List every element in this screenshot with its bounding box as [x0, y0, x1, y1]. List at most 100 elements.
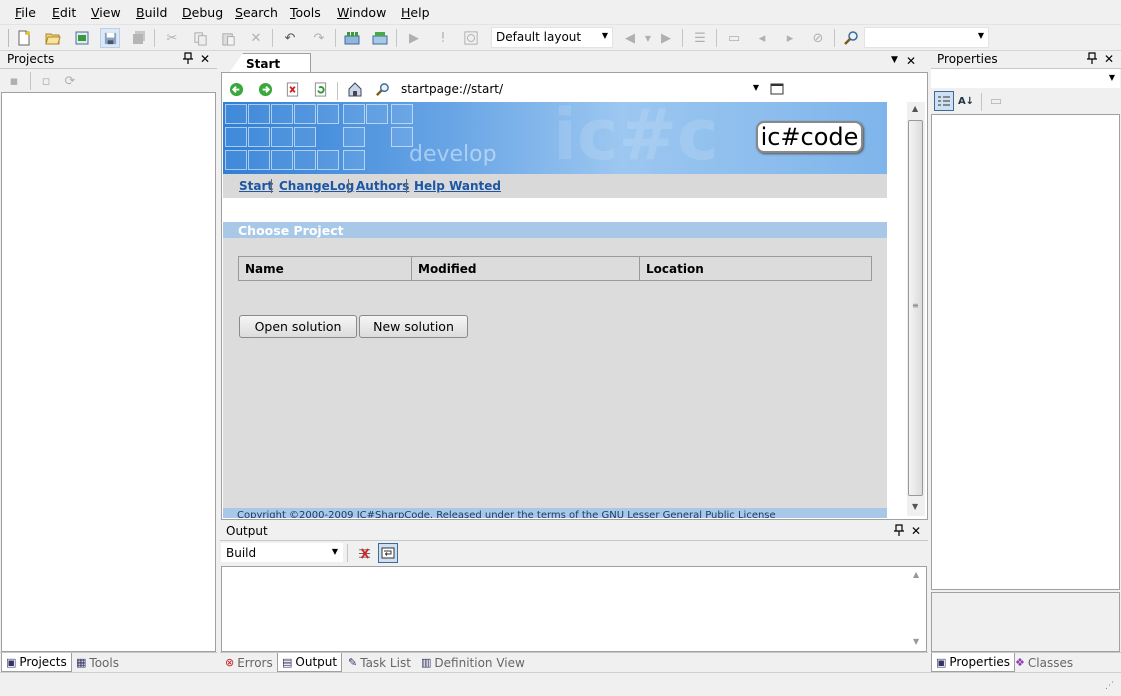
delete-icon[interactable]: ✕	[246, 28, 266, 48]
link-start[interactable]: Start	[239, 179, 273, 193]
tab-start-page[interactable]: Start Page	[229, 53, 311, 73]
property-grid[interactable]	[931, 114, 1120, 590]
scroll-down-icon[interactable]: ▼	[912, 502, 918, 511]
new-solution-button[interactable]: New solution	[359, 315, 468, 338]
new-file-icon[interactable]	[14, 28, 34, 48]
save-icon[interactable]	[100, 28, 120, 48]
bookmark-prev-icon[interactable]: ◂	[752, 28, 772, 48]
save-all-icon[interactable]	[129, 28, 149, 48]
pin-icon[interactable]	[183, 52, 193, 64]
navigate-forward-icon[interactable]: ▶	[656, 28, 676, 48]
projects-tree[interactable]	[1, 92, 216, 652]
property-pages-icon[interactable]: ▭	[986, 91, 1006, 111]
column-header-modified[interactable]: Modified	[418, 262, 477, 276]
refresh-page-icon[interactable]	[310, 79, 330, 99]
menu-debug[interactable]: Debug	[182, 5, 223, 20]
toolbar-separator	[337, 82, 338, 100]
close-icon[interactable]: ✕	[906, 54, 916, 68]
forward-icon[interactable]	[255, 79, 275, 99]
pin-icon[interactable]	[1087, 52, 1097, 64]
copy-icon[interactable]	[190, 28, 210, 48]
chevron-down-icon[interactable]: ▼	[891, 55, 898, 65]
navigate-back-icon[interactable]: ◀	[620, 28, 640, 48]
collapse-all-icon[interactable]: ▫	[36, 71, 56, 91]
link-authors[interactable]: Authors	[356, 179, 409, 193]
chevron-down-icon: ▼	[331, 547, 338, 556]
undo-icon[interactable]: ↶	[280, 28, 300, 48]
output-scrollbar[interactable]: ▲ ▼	[909, 567, 926, 651]
tab-task-list[interactable]: ✎ Task List	[344, 653, 415, 672]
menu-view[interactable]: View	[91, 5, 121, 20]
new-window-icon[interactable]	[767, 79, 787, 99]
chevron-down-icon[interactable]: ▼	[638, 28, 658, 48]
column-divider	[411, 257, 412, 280]
categorized-icon[interactable]	[934, 91, 954, 111]
bookmark-toggle-icon[interactable]: ▭	[724, 28, 744, 48]
open-folder-icon[interactable]	[43, 28, 63, 48]
tab-projects[interactable]: ▣ Projects	[1, 653, 72, 672]
recent-projects-table: Name Modified Location	[238, 256, 872, 281]
tab-classes[interactable]: ❖ Classes	[1011, 653, 1077, 672]
close-icon[interactable]: ✕	[200, 52, 210, 66]
tab-tools[interactable]: ▦ Tools	[72, 653, 123, 672]
scroll-up-icon[interactable]: ▲	[913, 570, 919, 579]
task-list-icon: ✎	[348, 656, 358, 669]
stop-page-icon[interactable]	[282, 79, 302, 99]
back-icon[interactable]	[226, 79, 246, 99]
find-icon[interactable]	[841, 28, 861, 48]
stop-icon[interactable]	[461, 28, 481, 48]
toolbar-grip[interactable]	[8, 29, 9, 47]
link-help-wanted[interactable]: Help Wanted	[414, 179, 501, 193]
scrollbar-thumb[interactable]: ≡	[908, 120, 923, 496]
menu-tools[interactable]: Tools	[290, 5, 321, 20]
build-solution-icon[interactable]	[342, 28, 362, 48]
paste-icon[interactable]	[218, 28, 238, 48]
run-without-debugger-icon[interactable]: !	[433, 28, 453, 48]
output-pane-header: Output ✕	[220, 523, 928, 541]
properties-small-icon[interactable]: ▪	[4, 71, 24, 91]
clear-output-icon[interactable]	[354, 543, 374, 563]
spacer	[223, 198, 887, 222]
redo-icon[interactable]: ↷	[309, 28, 329, 48]
scroll-up-icon[interactable]: ▲	[912, 104, 918, 113]
tab-errors[interactable]: ⊗ Errors	[221, 653, 277, 672]
pin-icon[interactable]	[894, 524, 904, 536]
close-icon[interactable]: ✕	[911, 524, 921, 538]
tab-definition-view[interactable]: ▥ Definition View	[417, 653, 529, 672]
run-icon[interactable]: ▶	[404, 28, 424, 48]
rebuild-solution-icon[interactable]	[370, 28, 390, 48]
cut-icon[interactable]: ✂	[162, 28, 182, 48]
word-wrap-icon[interactable]	[378, 543, 398, 563]
tab-output[interactable]: ▤ Output	[277, 653, 343, 672]
open-project-icon[interactable]	[72, 28, 92, 48]
menu-help[interactable]: Help	[401, 5, 430, 20]
menu-file[interactable]: File	[15, 5, 36, 20]
outline-icon[interactable]: ☰	[690, 28, 710, 48]
definition-view-icon: ▥	[421, 656, 432, 669]
column-header-name[interactable]: Name	[245, 262, 284, 276]
output-source-combo[interactable]: Build ▼	[221, 543, 343, 562]
bookmark-clear-icon[interactable]: ⊘	[808, 28, 828, 48]
layout-combo[interactable]: Default layout ▼	[491, 27, 613, 48]
scroll-down-icon[interactable]: ▼	[913, 637, 919, 646]
bookmark-next-icon[interactable]: ▸	[780, 28, 800, 48]
open-solution-button[interactable]: Open solution	[239, 315, 357, 338]
address-input[interactable]: startpage://start/ ▼	[396, 79, 764, 99]
menu-window[interactable]: Window	[337, 5, 386, 20]
menu-search[interactable]: Search	[235, 5, 278, 20]
output-text-area[interactable]	[221, 566, 927, 652]
menu-edit[interactable]: Edit	[52, 5, 76, 20]
resize-grip-icon[interactable]: ⋰	[1105, 681, 1114, 691]
start-page-scrollbar[interactable]: ▲ ≡ ▼	[907, 102, 925, 516]
menu-build[interactable]: Build	[136, 5, 167, 20]
link-changelog[interactable]: ChangeLog	[279, 179, 354, 193]
quick-find-combo[interactable]: ▼	[864, 27, 989, 48]
tab-properties[interactable]: ▣ Properties	[931, 653, 1016, 672]
alphabetical-icon[interactable]: A↓	[956, 91, 976, 111]
search-icon[interactable]	[372, 79, 392, 99]
home-icon[interactable]	[345, 79, 365, 99]
refresh-icon[interactable]: ⟳	[60, 71, 80, 91]
close-icon[interactable]: ✕	[1104, 52, 1114, 66]
column-header-location[interactable]: Location	[646, 262, 704, 276]
properties-object-combo[interactable]: ▼	[931, 69, 1120, 88]
